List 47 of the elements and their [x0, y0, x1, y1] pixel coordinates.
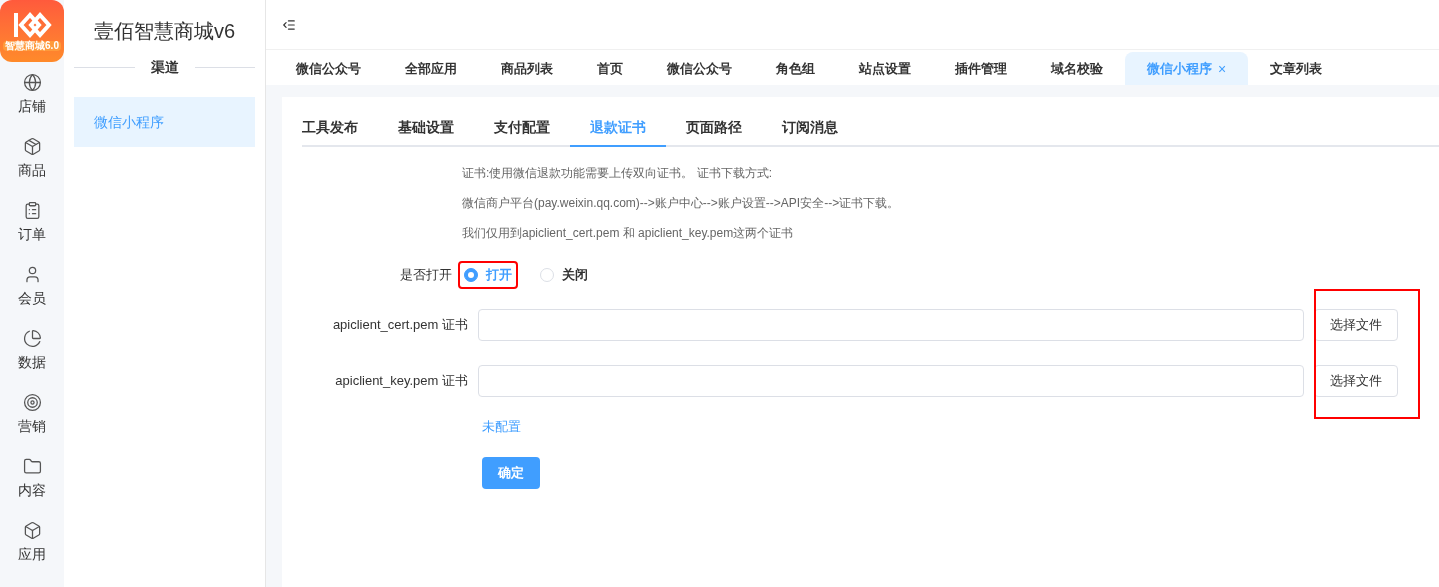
- file-path-field[interactable]: [478, 309, 1304, 341]
- logo-caption: 智慧商城6.0: [3, 41, 61, 51]
- nav-item[interactable]: 店铺: [0, 62, 64, 126]
- page-tab[interactable]: 微信公众号: [645, 52, 754, 85]
- field-label: apiclient_cert.pem 证书: [331, 316, 469, 335]
- page-tab[interactable]: 站点设置: [837, 52, 933, 85]
- page-tab[interactable]: 首页: [575, 52, 645, 85]
- page-tab[interactable]: 域名校验: [1029, 52, 1125, 85]
- nav-item[interactable]: 应用: [0, 510, 64, 574]
- folder-icon: [22, 456, 42, 476]
- nav-item[interactable]: 商品: [0, 126, 64, 190]
- radio-option[interactable]: 关闭: [534, 261, 594, 289]
- choose-file-button[interactable]: 选择文件: [1314, 365, 1398, 397]
- help-text: 我们仅用到apiclient_cert.pem 和 apiclient_key.pem这两个证书: [462, 225, 795, 241]
- settings-tab[interactable]: 基础设置: [378, 109, 474, 147]
- field-label: 是否打开: [399, 266, 452, 285]
- settings-tab[interactable]: 页面路径: [666, 109, 762, 147]
- radio-button[interactable]: [464, 268, 478, 282]
- nav-item[interactable]: 数据: [0, 318, 64, 382]
- section-heading: 渠道: [150, 58, 179, 77]
- target-icon: [22, 392, 42, 412]
- page-tab[interactable]: 微信公众号: [274, 52, 383, 85]
- nav-item[interactable]: 营销: [0, 382, 64, 446]
- nav-item[interactable]: 内容: [0, 446, 64, 510]
- highlight-frame: [458, 261, 518, 289]
- file-path-field[interactable]: [478, 365, 1304, 397]
- settings-tab[interactable]: 工具发布: [302, 109, 378, 147]
- settings-tab[interactable]: 订阅消息: [762, 109, 858, 147]
- cube-icon: [22, 520, 42, 540]
- app-title: 壹佰智慧商城v6: [92, 19, 237, 44]
- page-tab[interactable]: 角色组: [754, 52, 837, 85]
- choose-file-button[interactable]: 选择文件: [1314, 309, 1398, 341]
- page-tab[interactable]: 插件管理: [933, 52, 1029, 85]
- nav-item[interactable]: 订单: [0, 190, 64, 254]
- page-tab[interactable]: 全部应用: [383, 52, 479, 85]
- package-icon: [22, 136, 42, 156]
- field-label: apiclient_key.pem 证书: [334, 372, 469, 391]
- globe-icon: [22, 72, 42, 92]
- pie-chart-icon: [22, 328, 42, 348]
- page-tab[interactable]: 商品列表: [479, 52, 575, 85]
- logo-icon: [12, 11, 52, 39]
- help-text: 微信商户平台(pay.weixin.qq.com)-->账户中心-->账户设置-->API安全-->证书下载。: [462, 195, 901, 211]
- nav-item[interactable]: 会员: [0, 254, 64, 318]
- page-tab[interactable]: 文章列表: [1248, 52, 1345, 85]
- menu-icon[interactable]: [282, 17, 296, 32]
- settings-tab[interactable]: 支付配置: [474, 109, 570, 147]
- help-text: 证书:使用微信退款功能需要上传双向证书。 证书下载方式:: [462, 165, 773, 181]
